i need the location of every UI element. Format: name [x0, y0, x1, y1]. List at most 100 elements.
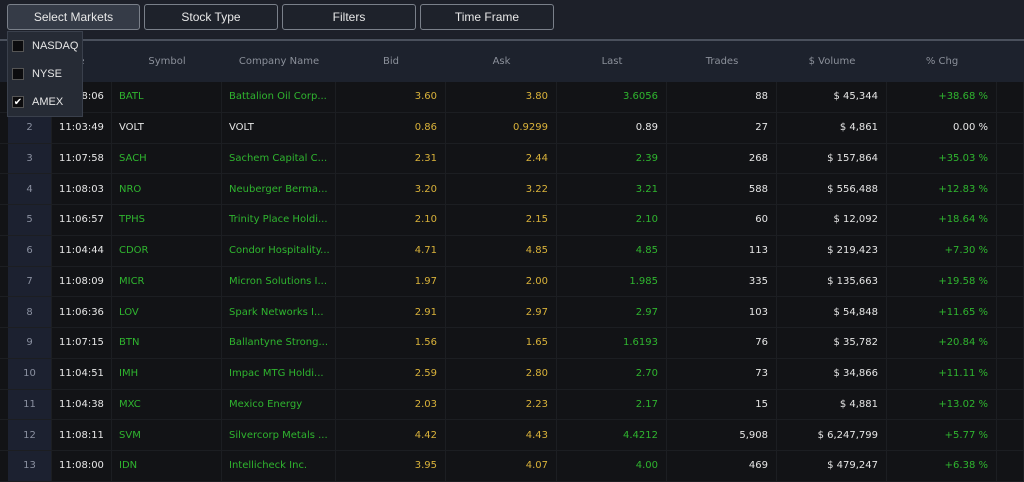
column-header-trades[interactable]: Trades	[667, 41, 777, 82]
cell-trades: 5,908	[667, 420, 777, 450]
cell-symbol: IDN	[112, 451, 222, 481]
table-row[interactable]: 3 11:07:58 SACH Sachem Capital C... 2.31 2.44…	[0, 143, 1024, 175]
cell-company-name: VOLT	[222, 112, 336, 143]
select-markets-button[interactable]: Select Markets	[7, 4, 140, 30]
cell-spacer	[997, 235, 1024, 266]
market-option-amex[interactable]: ✔ AMEX	[12, 92, 63, 112]
cell-last: 2.17	[557, 389, 667, 420]
cell-volume: $ 54,848	[777, 297, 887, 327]
column-header-symbol[interactable]: Symbol	[112, 41, 222, 82]
cell-pct-change: 0.00 %	[887, 112, 997, 143]
cell-spacer	[997, 451, 1024, 481]
market-option-nyse[interactable]: NYSE	[12, 64, 62, 84]
cell-bid: 2.03	[336, 389, 446, 420]
table-row[interactable]: 13 11:08:00 IDN Intellicheck Inc. 3.95 4.07 4.…	[0, 451, 1024, 482]
cell-row-number: 3	[8, 143, 52, 174]
cell-ask: 2.80	[446, 358, 557, 389]
cell-spacer	[997, 205, 1024, 235]
table-row[interactable]: 111:08:06BATLBattalion Oil Corp...3.603.…	[0, 82, 1024, 113]
cell-pct-change: +6.38 %	[887, 451, 997, 481]
cell-ask: 2.23	[446, 389, 557, 420]
column-header-ask[interactable]: Ask	[446, 41, 557, 82]
cell-ask: 4.43	[446, 420, 557, 450]
cell-symbol: MICR	[112, 266, 222, 297]
table-row[interactable]: 12 11:08:11 SVM Silvercorp Metals ... 4.42 4.…	[0, 420, 1024, 451]
cell-company-name: Neuberger Berma...	[222, 174, 336, 204]
cell-spacer	[997, 266, 1024, 297]
table-row[interactable]: 9 11:07:15 BTN Ballantyne Strong... 1.56 1.65…	[0, 328, 1024, 359]
cell-row-number: 9	[8, 328, 52, 358]
cell-row-number: 5	[8, 205, 52, 235]
cell-bid: 3.20	[336, 174, 446, 204]
market-option-label: AMEX	[32, 96, 64, 108]
cell-bid: 2.91	[336, 297, 446, 327]
cell-bid: 1.97	[336, 266, 446, 297]
cell-volume: $ 157,864	[777, 143, 887, 174]
cell-ask: 4.85	[446, 235, 557, 266]
cell-bid: 4.71	[336, 235, 446, 266]
table-row[interactable]: 10 11:04:51 IMH Impac MTG Holdi... 2.59 2.80 2…	[0, 358, 1024, 390]
cell-symbol: SVM	[112, 420, 222, 450]
checkbox-icon[interactable]	[12, 40, 24, 52]
filters-button[interactable]: Filters	[282, 4, 416, 30]
column-header-pct-change[interactable]: % Chg	[887, 41, 997, 82]
cell-company-name: Mexico Energy	[222, 389, 336, 420]
time-frame-button[interactable]: Time Frame	[420, 4, 554, 30]
cell-volume: $ 219,423	[777, 235, 887, 266]
cell-symbol: BTN	[112, 328, 222, 358]
column-header-volume[interactable]: $ Volume	[777, 41, 887, 82]
cell-spacer	[997, 112, 1024, 143]
column-header-company-name[interactable]: Company Name	[222, 41, 336, 82]
stock-type-button[interactable]: Stock Type	[144, 4, 278, 30]
cell-bid: 3.95	[336, 451, 446, 481]
cell-ask: 4.07	[446, 451, 557, 481]
cell-ask: 0.9299	[446, 112, 557, 143]
stock-table: TimeSymbolCompany NameBidAskLastTrades$ …	[0, 39, 1024, 482]
table-row[interactable]: 11 11:04:38 MXC Mexico Energy 2.03 2.23 2.17 15…	[0, 389, 1024, 421]
table-row[interactable]: 6 11:04:44 CDOR Condor Hospitality... 4.71 4.…	[0, 235, 1024, 267]
cell-company-name: Impac MTG Holdi...	[222, 358, 336, 389]
cell-last: 1.6193	[557, 328, 667, 358]
cell-spacer	[997, 389, 1024, 420]
table-row[interactable]: 8 11:06:36 LOV Spark Networks I... 2.91 2.97 2…	[0, 297, 1024, 328]
cell-ask: 2.44	[446, 143, 557, 174]
cell-time: 11:03:49	[52, 112, 112, 143]
cell-pct-change: +13.02 %	[887, 389, 997, 420]
cell-symbol: IMH	[112, 358, 222, 389]
cell-volume: $ 35,782	[777, 328, 887, 358]
cell-trades: 588	[667, 174, 777, 204]
market-option-label: NASDAQ	[32, 40, 79, 52]
market-option-nasdaq[interactable]: NASDAQ	[12, 36, 78, 56]
cell-trades: 60	[667, 205, 777, 235]
cell-ask: 1.65	[446, 328, 557, 358]
cell-last: 1.985	[557, 266, 667, 297]
table-row[interactable]: 4 11:08:03 NRO Neuberger Berma... 3.20 3.22 3.…	[0, 174, 1024, 205]
cell-trades: 27	[667, 112, 777, 143]
column-header-bid[interactable]: Bid	[336, 41, 446, 82]
table-row[interactable]: 7 11:08:09 MICR Micron Solutions I... 1.97 2.…	[0, 266, 1024, 298]
table-row[interactable]: 5 11:06:57 TPHS Trinity Place Holdi... 2.10 2…	[0, 205, 1024, 236]
cell-company-name: Micron Solutions I...	[222, 266, 336, 297]
cell-company-name: Spark Networks I...	[222, 297, 336, 327]
cell-bid: 2.31	[336, 143, 446, 174]
cell-ask: 2.97	[446, 297, 557, 327]
cell-trades: 88	[667, 82, 777, 112]
table-row[interactable]: 2 11:03:49 VOLT VOLT 0.86 0.9299 0.89 27 $ 4,861…	[0, 112, 1024, 144]
cell-last: 2.97	[557, 297, 667, 327]
checkbox-icon[interactable]	[12, 68, 24, 80]
cell-pct-change: +38.68 %	[887, 82, 997, 112]
cell-symbol: NRO	[112, 174, 222, 204]
cell-bid: 4.42	[336, 420, 446, 450]
cell-time: 11:08:00	[52, 451, 112, 481]
cell-symbol: LOV	[112, 297, 222, 327]
cell-company-name: Intellicheck Inc.	[222, 451, 336, 481]
cell-volume: $ 34,866	[777, 358, 887, 389]
cell-volume: $ 6,247,799	[777, 420, 887, 450]
cell-ask: 2.00	[446, 266, 557, 297]
cell-time: 11:04:51	[52, 358, 112, 389]
cell-spacer	[997, 174, 1024, 204]
cell-ask: 3.22	[446, 174, 557, 204]
column-header-last[interactable]: Last	[557, 41, 667, 82]
cell-row-number: 12	[8, 420, 52, 450]
checkbox-icon[interactable]: ✔	[12, 96, 24, 108]
